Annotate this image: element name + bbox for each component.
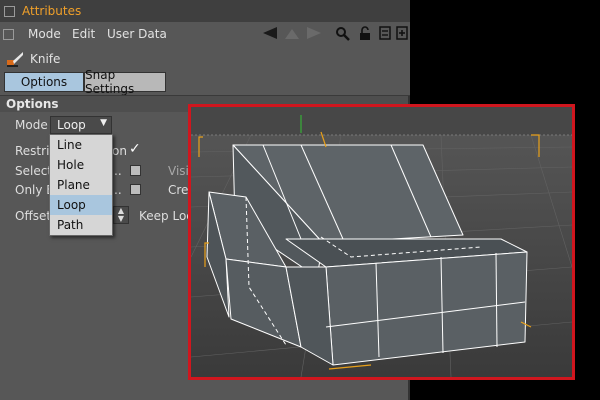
visible-label: Visi bbox=[168, 164, 189, 178]
only-checkbox[interactable] bbox=[130, 184, 141, 195]
section-title: Options bbox=[6, 97, 59, 111]
dropdown-option-path[interactable]: Path bbox=[50, 215, 112, 235]
viewport-scene bbox=[191, 107, 572, 377]
menu-mode[interactable]: Mode bbox=[28, 27, 61, 41]
tool-header: Knife bbox=[0, 48, 410, 70]
mode-value: Loop bbox=[57, 118, 86, 132]
only-label-tail: .. bbox=[114, 183, 122, 197]
tool-name: Knife bbox=[30, 52, 61, 66]
knife-icon bbox=[6, 50, 23, 67]
tab-options[interactable]: Options bbox=[4, 72, 84, 92]
settings-icon[interactable] bbox=[377, 25, 393, 41]
menu-user-data[interactable]: User Data bbox=[107, 27, 167, 41]
panel-menu-icon[interactable] bbox=[4, 6, 15, 17]
dropdown-option-loop[interactable]: Loop bbox=[50, 195, 112, 215]
mode-label: Mode bbox=[15, 118, 48, 132]
offset-label: Offset bbox=[15, 209, 52, 223]
menu-bar: Mode Edit User Data bbox=[0, 22, 410, 46]
lock-icon[interactable] bbox=[357, 25, 373, 41]
arrow-left-icon[interactable] bbox=[262, 25, 278, 41]
create-label: Cre bbox=[168, 183, 189, 197]
arrow-right-icon[interactable] bbox=[306, 25, 322, 41]
panel-title: Attributes bbox=[22, 4, 82, 18]
title-bar: Attributes bbox=[0, 0, 410, 22]
select-checkbox[interactable] bbox=[130, 165, 141, 176]
select-label-tail: .. bbox=[114, 164, 122, 178]
select-label: Select bbox=[15, 164, 53, 178]
chevron-down-icon: ▼ bbox=[100, 118, 107, 128]
mode-select[interactable]: Loop ▼ bbox=[50, 116, 112, 134]
search-icon[interactable] bbox=[334, 25, 350, 41]
offset-stepper[interactable]: ▲ ▼ bbox=[113, 206, 129, 224]
dropdown-option-hole[interactable]: Hole bbox=[50, 155, 112, 175]
arrow-up-icon[interactable] bbox=[284, 25, 300, 41]
mode-dropdown-menu: Line Hole Plane Loop Path bbox=[49, 134, 113, 236]
restrict-label-tail: on bbox=[112, 144, 127, 158]
dropdown-option-plane[interactable]: Plane bbox=[50, 175, 112, 195]
viewport-3d[interactable] bbox=[188, 104, 575, 380]
menu-edit[interactable]: Edit bbox=[72, 27, 95, 41]
tab-snap-settings[interactable]: Snap Settings bbox=[84, 68, 166, 96]
keep-label: Keep Loc bbox=[139, 209, 193, 223]
restrict-checkmark-icon[interactable]: ✓ bbox=[129, 141, 141, 157]
dropdown-option-line[interactable]: Line bbox=[50, 135, 112, 155]
menu-box-icon[interactable] bbox=[3, 29, 14, 40]
new-panel-icon[interactable] bbox=[394, 25, 410, 41]
